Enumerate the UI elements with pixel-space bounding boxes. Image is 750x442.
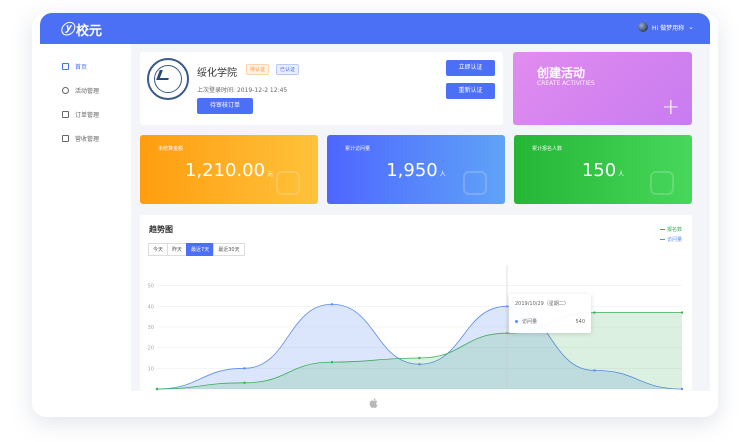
clock-icon — [62, 86, 69, 94]
y-tick-label: 20 — [148, 346, 154, 352]
trend-title: 趋势图 — [149, 225, 173, 234]
y-tick-label: 10 — [148, 366, 154, 372]
status-badge-verified: 已认证 — [276, 64, 300, 75]
school-card: 绥化学院 待认证 已认证 上次登录时间: 2019-12-2 12:45 待审核… — [140, 52, 503, 125]
sidebar: 首页 活动管理 订单管理 营收管理 — [40, 44, 131, 391]
range-tabs: 今天 昨天 最近7天 最近30天 — [148, 243, 245, 256]
tooltip-swatch — [515, 320, 518, 323]
people-icon — [650, 171, 674, 195]
coin-icon — [276, 171, 300, 195]
chevron-down-icon: ⌄ — [688, 23, 694, 31]
data-point — [680, 311, 684, 314]
data-point — [593, 311, 596, 314]
wallet-icon — [62, 134, 69, 142]
legend-label: 访问量 — [666, 237, 682, 243]
app-screen: ⓨ 校元 Hi 做梦用称 ⌄ 首页 活动管理 订单管理 营收管理 绥化学院 待认… — [40, 13, 710, 391]
tooltip-series: 访问量 — [522, 319, 538, 325]
app-logo[interactable]: ⓨ 校元 — [60, 19, 102, 39]
tooltip-date: 2019/10/29（星期二） — [515, 301, 569, 307]
tab-last-7-days[interactable]: 最近7天 — [186, 243, 215, 256]
stat-number: 1,950 — [386, 160, 438, 181]
chart-tooltip: 2019/10/29（星期二） 访问量 540 — [509, 294, 591, 333]
stat-card-unsettled: 未结算金额 1,210.00 元 — [140, 135, 318, 204]
data-point — [243, 381, 246, 384]
sidebar-item-label: 营收管理 — [75, 135, 100, 143]
legend-swatch — [659, 229, 665, 230]
status-badge-pending: 待认证 — [246, 64, 270, 75]
tab-last-30-days[interactable]: 最近30天 — [213, 243, 245, 256]
data-point — [243, 367, 246, 370]
document-icon — [62, 110, 69, 118]
sidebar-item-label: 活动管理 — [75, 87, 100, 95]
data-point — [330, 303, 334, 306]
data-point — [330, 360, 334, 364]
stat-label: 累计访问量 — [345, 146, 371, 152]
avatar — [638, 22, 649, 32]
apple-logo-icon — [369, 398, 378, 408]
pending-orders-button[interactable]: 待审核订单 — [197, 98, 253, 114]
trend-chart: 50 40 30 20 10 — [148, 265, 684, 391]
logo-mark-icon: ⓨ — [60, 22, 74, 38]
legend-label: 报名数 — [666, 227, 682, 233]
data-point — [155, 387, 159, 391]
sidebar-item-home[interactable]: 首页 — [40, 54, 131, 78]
stat-label: 未结算金额 — [158, 146, 184, 152]
stat-number: 150 — [581, 160, 617, 181]
create-activity-title: 创建活动 — [537, 66, 586, 80]
tab-today[interactable]: 今天 — [148, 243, 169, 256]
tooltip-value: 540 — [575, 318, 585, 325]
user-greeting: Hi 做梦用称 — [652, 24, 685, 32]
y-tick-label: 30 — [148, 325, 154, 331]
stat-label: 累计报名人数 — [532, 146, 563, 152]
stat-unit: 元 — [267, 171, 274, 178]
data-point — [418, 356, 421, 360]
y-tick-label: 50 — [148, 284, 154, 290]
user-menu[interactable]: Hi 做梦用称 ⌄ — [638, 22, 694, 32]
home-icon — [62, 62, 69, 70]
legend-item-signups[interactable]: 报名数 — [659, 226, 682, 233]
y-tick-label: 40 — [148, 304, 154, 310]
main-content: 绥化学院 待认证 已认证 上次登录时间: 2019-12-2 12:45 待审核… — [131, 44, 710, 391]
sidebar-item-orders[interactable]: 订单管理 — [40, 102, 131, 126]
top-navbar: ⓨ 校元 Hi 做梦用称 ⌄ — [40, 13, 710, 44]
sidebar-item-label: 订单管理 — [75, 111, 100, 119]
plus-icon: + — [661, 95, 680, 120]
sidebar-item-label: 首页 — [75, 63, 88, 71]
stat-card-signups: 累计报名人数 150 人 — [514, 135, 692, 204]
legend-item-visits[interactable]: 访问量 — [659, 236, 682, 243]
last-login-value: 2019-12-2 12:45 — [236, 87, 288, 94]
app-logo-text: 校元 — [76, 23, 103, 39]
tooltip-row: 访问量 540 — [515, 318, 585, 325]
school-name: 绥化学院 — [197, 68, 237, 79]
stat-unit: 人 — [439, 171, 446, 178]
last-login-label: 上次登录时间: — [197, 87, 236, 94]
sidebar-item-revenue[interactable]: 营收管理 — [40, 126, 131, 150]
stat-number: 1,210.00 — [184, 160, 266, 181]
trend-chart-card: 趋势图 今天 昨天 最近7天 最近30天 报名数 访问量 50 40 30 20 10 … — [140, 215, 692, 391]
tab-yesterday[interactable]: 昨天 — [167, 243, 188, 256]
stat-card-visits: 累计访问量 1,950 人 — [327, 135, 505, 204]
hand-icon — [463, 171, 487, 195]
reverify-button[interactable]: 重新认证 — [446, 83, 495, 99]
verify-now-button[interactable]: 立即认证 — [446, 60, 495, 76]
last-login: 上次登录时间: 2019-12-2 12:45 — [197, 85, 287, 94]
stat-unit: 人 — [618, 171, 625, 178]
chart-legend: 报名数 访问量 — [659, 226, 682, 246]
legend-swatch — [659, 239, 665, 240]
create-activity-subtitle: CREATE ACTIVITIES — [537, 80, 595, 87]
school-seal-logo — [147, 58, 189, 100]
create-activity-card[interactable]: 创建活动 CREATE ACTIVITIES + — [513, 52, 692, 125]
sidebar-item-activities[interactable]: 活动管理 — [40, 78, 131, 102]
